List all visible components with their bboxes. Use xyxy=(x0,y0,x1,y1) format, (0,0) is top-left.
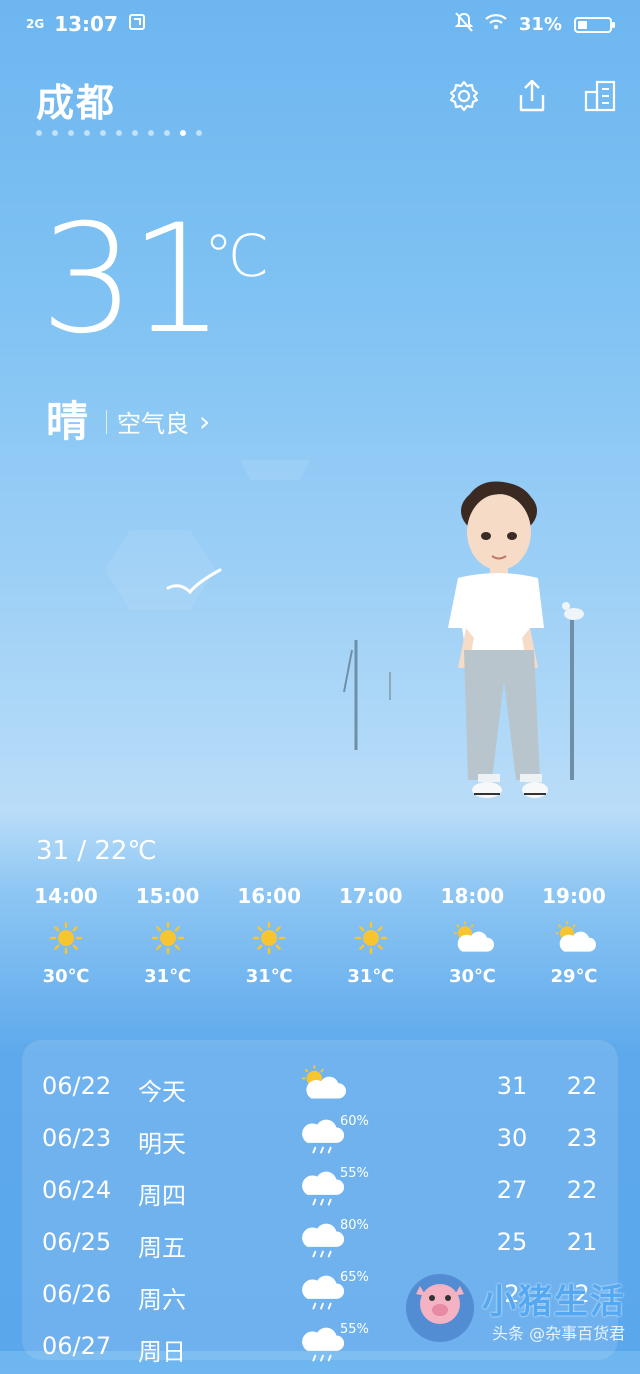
page-dot[interactable] xyxy=(52,130,58,136)
hourly-item: 15:00 31℃ xyxy=(118,884,218,987)
today-temperature-range: 31 / 22℃ xyxy=(36,836,157,866)
sun-icon xyxy=(219,916,319,960)
weather-scene-illustration xyxy=(105,460,584,798)
page-indicator xyxy=(36,130,202,136)
page-dot[interactable] xyxy=(116,130,122,136)
status-bar: 2G 13:07 31% xyxy=(0,0,640,52)
hour-time: 18:00 xyxy=(440,884,505,908)
daily-row[interactable]: 06/24 周四 55% 27 22 xyxy=(22,1166,618,1218)
daily-row[interactable]: 06/23 明天 60% 30 23 xyxy=(22,1114,618,1166)
hour-temperature: 29℃ xyxy=(550,966,598,987)
forecast-date: 06/24 xyxy=(42,1176,112,1204)
clock: 13:07 xyxy=(54,12,118,36)
battery-percent: 31% xyxy=(518,14,562,35)
forecast-date: 06/25 xyxy=(42,1228,112,1256)
hourly-forecast[interactable]: 14:00 30℃ 15:00 31℃ 16:00 31℃ 17:00 31℃ 18:0… xyxy=(16,884,624,987)
page-dot[interactable] xyxy=(84,130,90,136)
air-quality-label: 空气良 xyxy=(117,410,189,438)
hour-temperature: 31℃ xyxy=(245,966,293,987)
forecast-high: 31 xyxy=(496,1072,528,1100)
hourly-item: 14:00 30℃ xyxy=(16,884,116,987)
hour-time: 16:00 xyxy=(237,884,302,908)
page-dot[interactable] xyxy=(36,130,42,136)
page-dot[interactable] xyxy=(68,130,74,136)
temperature-unit: ℃ xyxy=(204,222,270,290)
hour-time: 14:00 xyxy=(34,884,98,908)
forecast-day: 周六 xyxy=(138,1286,186,1314)
forecast-high: 30 xyxy=(496,1124,528,1152)
gear-icon[interactable] xyxy=(446,78,482,114)
watermark-title: 小猪生活 xyxy=(482,1282,626,1322)
hour-time: 19:00 xyxy=(542,884,606,908)
pig-mascot-logo xyxy=(406,1274,474,1342)
hourly-item: 19:00 29℃ xyxy=(524,884,624,987)
current-temperature: 31 xyxy=(40,193,225,367)
page-dot[interactable] xyxy=(100,130,106,136)
network-type: 2G xyxy=(26,17,45,31)
chevron-right-icon: › xyxy=(199,405,211,438)
page-dot[interactable] xyxy=(132,130,138,136)
divider xyxy=(106,409,107,434)
forecast-high: 25 xyxy=(496,1228,528,1256)
forecast-date: 06/23 xyxy=(42,1124,112,1152)
header-actions xyxy=(446,78,618,114)
forecast-day: 今天 xyxy=(138,1078,186,1106)
hour-temperature: 31℃ xyxy=(144,966,192,987)
share-icon[interactable] xyxy=(514,78,550,114)
forecast-date: 06/26 xyxy=(42,1280,112,1308)
page-dot[interactable] xyxy=(196,130,202,136)
hour-time: 15:00 xyxy=(135,884,200,908)
page-dot[interactable] xyxy=(180,130,186,136)
sun-icon xyxy=(321,916,421,960)
current-condition: 晴 xyxy=(46,397,89,446)
watermark-credit: 头条 @杂事百货君 xyxy=(492,1324,626,1343)
forecast-date: 06/22 xyxy=(42,1072,112,1100)
watermark-overlay: 小猪生活 头条 @杂事百货君 xyxy=(404,1268,630,1348)
forecast-low: 21 xyxy=(566,1228,598,1256)
hourly-item: 17:00 31℃ xyxy=(321,884,421,987)
precipitation-probability: 55% xyxy=(340,1322,369,1337)
forecast-day: 周日 xyxy=(138,1338,186,1366)
daily-row[interactable]: 06/22 今天 31 22 xyxy=(22,1062,618,1114)
notification-icon xyxy=(128,12,146,36)
wifi-icon xyxy=(485,14,507,35)
forecast-low: 23 xyxy=(566,1124,598,1152)
partly-cloudy-icon xyxy=(524,916,624,960)
hour-temperature: 30℃ xyxy=(448,966,496,987)
partly-cloudy-icon xyxy=(422,916,522,960)
precipitation-probability: 80% xyxy=(340,1218,369,1233)
page-dot[interactable] xyxy=(164,130,170,136)
avatar-character xyxy=(448,481,548,798)
forecast-low: 22 xyxy=(566,1176,598,1204)
forecast-day: 明天 xyxy=(138,1130,186,1158)
city-list-icon[interactable] xyxy=(582,78,618,114)
city-name[interactable]: 成都 xyxy=(36,72,116,127)
forecast-day: 周四 xyxy=(138,1182,186,1210)
air-quality-link[interactable]: 空气良 › xyxy=(106,404,210,439)
partly-cloudy-icon xyxy=(298,1064,348,1108)
battery-icon xyxy=(574,16,615,33)
hour-time: 17:00 xyxy=(338,884,403,908)
page-dot[interactable] xyxy=(148,130,154,136)
sun-icon xyxy=(118,916,218,960)
precipitation-probability: 55% xyxy=(340,1166,369,1181)
daily-row[interactable]: 06/25 周五 80% 25 21 xyxy=(22,1218,618,1270)
precipitation-probability: 60% xyxy=(340,1114,369,1129)
forecast-date: 06/27 xyxy=(42,1332,112,1360)
sun-icon xyxy=(16,916,116,960)
forecast-low: 22 xyxy=(566,1072,598,1100)
forecast-day: 周五 xyxy=(138,1234,186,1262)
forecast-high: 27 xyxy=(496,1176,528,1204)
hourly-item: 16:00 31℃ xyxy=(219,884,319,987)
hourly-item: 18:00 30℃ xyxy=(422,884,522,987)
precipitation-probability: 65% xyxy=(340,1270,369,1285)
hour-temperature: 31℃ xyxy=(347,966,395,987)
hour-temperature: 30℃ xyxy=(42,966,90,987)
mute-icon xyxy=(454,12,474,37)
